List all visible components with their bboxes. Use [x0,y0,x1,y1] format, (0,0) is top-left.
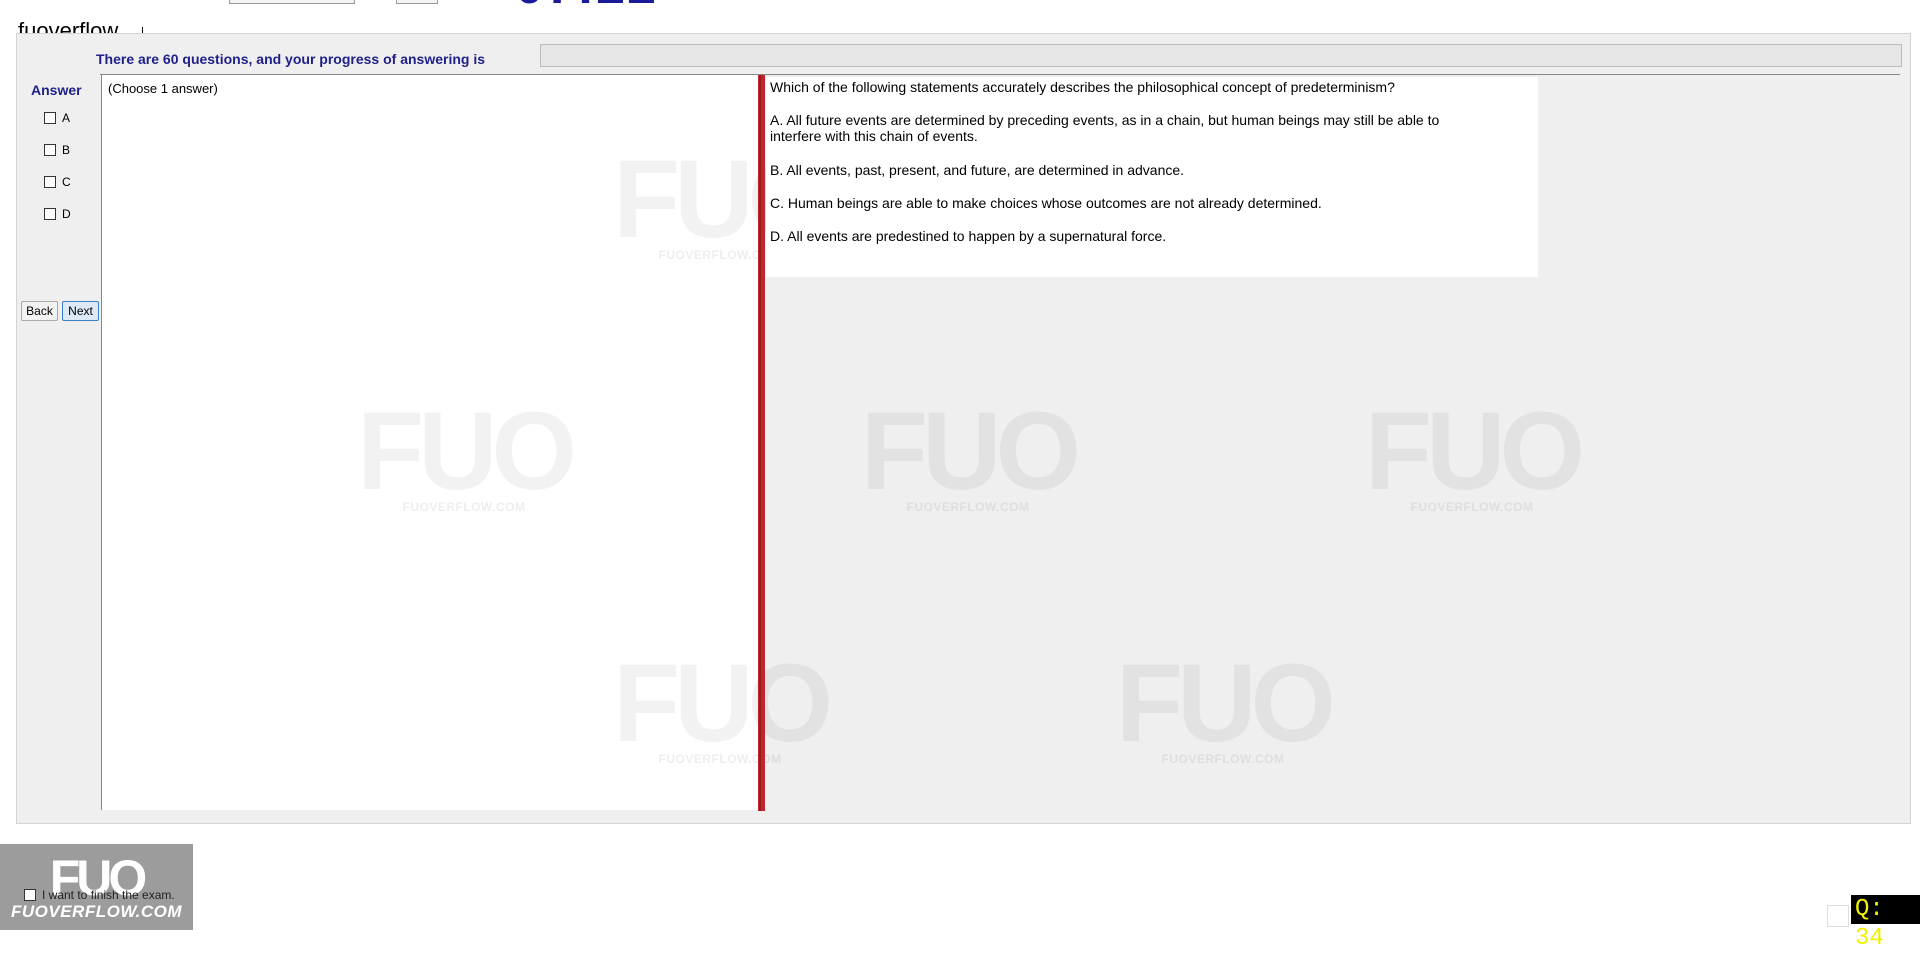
pane-splitter[interactable] [758,75,765,811]
site-logo: FUO FUOVERFLOW.COM [0,844,193,930]
checkbox-d[interactable] [44,208,56,220]
answer-heading: Answer [31,82,82,98]
timer: 07:22 [515,0,658,12]
option-a[interactable]: A [44,110,70,126]
progress-bar [540,44,1902,67]
choice-b: B. All events, past, present, and future… [770,162,1185,178]
small-control[interactable] [1827,905,1849,927]
choose-instruction: (Choose 1 answer) [108,81,218,96]
progress-label: There are 60 questions, and your progres… [96,51,485,67]
top-small-control[interactable] [396,0,438,4]
answer-pane [101,75,758,810]
finish-checkbox[interactable] [24,889,36,901]
choice-c: C. Human beings are able to make choices… [770,195,1322,211]
back-button[interactable]: Back [21,301,58,321]
question-stem: Which of the following statements accura… [770,79,1395,95]
finish-exam[interactable]: I want to finish the exam. [24,888,175,902]
choice-d: D. All events are predestined to happen … [770,228,1167,244]
option-b-label: B [62,143,71,157]
option-d-label: D [62,207,71,221]
finish-label: I want to finish the exam. [42,888,175,902]
option-c[interactable]: C [44,174,71,190]
checkbox-b[interactable] [44,144,56,156]
choice-a-line1: A. All future events are determined by p… [770,112,1440,128]
question-box: Which of the following statements accura… [766,77,1538,277]
checkbox-a[interactable] [44,112,56,124]
question-counter: Q: 34 [1851,895,1920,952]
option-d[interactable]: D [44,206,71,222]
next-button[interactable]: Next [62,301,99,321]
option-c-label: C [62,175,71,189]
option-a-label: A [62,111,71,125]
choice-a-line2: interfere with this chain of events. [770,128,978,144]
checkbox-c[interactable] [44,176,56,188]
option-b[interactable]: B [44,142,70,158]
top-dropdown[interactable] [229,0,355,4]
